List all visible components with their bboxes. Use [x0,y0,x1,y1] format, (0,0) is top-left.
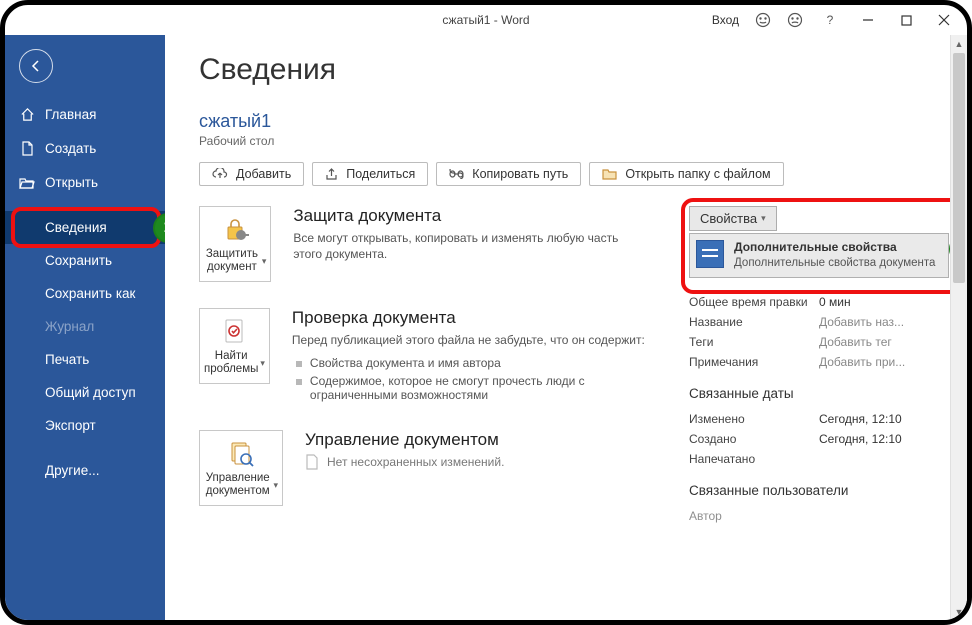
sidebar-item-save[interactable]: Сохранить [5,244,165,277]
prop-value-hint[interactable]: Добавить тег [819,335,892,349]
manage-title: Управление документом [305,430,504,450]
sidebar-item-label: Сохранить [45,253,112,268]
sidebar-item-new[interactable]: Создать [5,131,165,165]
sidebar-item-label: Другие... [45,463,99,478]
home-icon [19,106,35,122]
sidebar-item-info[interactable]: Сведения 1 [5,211,165,244]
protect-title: Защита документа [293,206,649,226]
prop-key: Автор [689,509,819,523]
advanced-props-sub: Дополнительные свойства документа [734,256,935,271]
inspect-bullet: Свойства документа и имя автора [292,354,649,372]
prop-key: Создано [689,432,819,446]
sidebar-item-label: Печать [45,352,89,367]
help-icon[interactable]: ? [811,6,849,34]
lock-icon [220,214,250,244]
prop-key: Примечания [689,355,819,369]
cloud-upload-icon [212,168,228,180]
sidebar-item-open[interactable]: Открыть [5,165,165,199]
prop-value: Сегодня, 12:10 [819,412,902,426]
sidebar-item-history: Журнал [5,310,165,343]
prop-key: Теги [689,335,819,349]
manage-desc: Нет несохраненных изменений. [327,455,504,469]
properties-dropdown[interactable]: Свойства▾ [689,206,777,231]
protect-section: Защитить документ▾ Защита документа Все … [199,206,649,282]
titlebar: сжатый1 - Word Вход ? [5,5,967,35]
signin-link[interactable]: Вход [712,13,739,27]
related-people-heading: Связанные пользователи [689,483,949,498]
share-button[interactable]: Поделиться [312,162,428,186]
sidebar-item-label: Открыть [45,175,98,190]
sidebar-item-label: Главная [45,107,96,122]
upload-button[interactable]: Добавить [199,162,304,186]
manage-document-button[interactable]: Управление документом▾ [199,430,283,506]
protect-document-button[interactable]: Защитить документ▾ [199,206,271,282]
window-title: сжатый1 - Word [442,13,529,27]
prop-value-hint[interactable]: Добавить наз... [819,315,904,329]
main-panel: Сведения сжатый1 Рабочий стол Добавить П… [165,35,967,620]
inspect-title: Проверка документа [292,308,649,328]
openfolder-button[interactable]: Открыть папку с файлом [589,162,783,186]
sidebar-item-label: Общий доступ [45,385,136,400]
face-happy-icon[interactable] [747,6,779,34]
maximize-button[interactable] [887,6,925,34]
prop-key: Напечатано [689,452,819,466]
inspect-section: Найти проблемы▾ Проверка документа Перед… [199,308,649,404]
face-sad-icon[interactable] [779,6,811,34]
scroll-down-icon[interactable]: ▼ [951,603,967,620]
page-title: Сведения [199,53,949,87]
action-bar: Добавить Поделиться Копировать путь Откр… [199,162,949,186]
prop-value-hint[interactable]: Добавить при... [819,355,905,369]
minimize-button[interactable] [849,6,887,34]
scroll-up-icon[interactable]: ▲ [951,35,967,52]
document-name: сжатый1 [199,111,949,132]
sidebar-item-print[interactable]: Печать [5,343,165,376]
sidebar-item-label: Журнал [45,319,94,334]
back-button[interactable] [19,49,53,83]
sidebar-item-label: Сохранить как [45,286,135,301]
file-icon [19,140,35,156]
manage-section: Управление документом▾ Управление докуме… [199,430,649,506]
share-icon [325,168,338,181]
prop-key: Изменено [689,412,819,426]
advanced-props-title: Дополнительные свойства [734,240,935,256]
sidebar-item-label: Сведения [45,220,107,235]
link-icon [449,169,464,179]
prop-key: Название [689,315,819,329]
sidebar-item-label: Создать [45,141,96,156]
inspect-icon [219,316,249,346]
inspect-desc: Перед публикацией этого файла не забудьт… [292,332,649,348]
sidebar-item-home[interactable]: Главная [5,97,165,131]
sidebar: Главная Создать Открыть Сведения 1 Сохра… [5,35,165,620]
properties-panel: 2 Свойства▾ Дополнительные свойства Допо… [689,206,949,526]
prop-key: Общее время правки [689,295,819,309]
copypath-button[interactable]: Копировать путь [436,162,581,186]
scroll-thumb[interactable] [953,53,965,283]
properties-menu-item[interactable]: Дополнительные свойства Дополнительные с… [689,233,949,278]
properties-dialog-icon [696,240,724,268]
folder-icon [602,168,617,180]
document-location: Рабочий стол [199,134,949,148]
inspect-document-button[interactable]: Найти проблемы▾ [199,308,270,384]
sidebar-item-share[interactable]: Общий доступ [5,376,165,409]
scrollbar[interactable]: ▲ ▼ [950,35,967,620]
sidebar-item-more[interactable]: Другие... [5,454,165,487]
sidebar-item-label: Экспорт [45,418,96,433]
related-dates-heading: Связанные даты [689,386,949,401]
sidebar-item-export[interactable]: Экспорт [5,409,165,442]
folder-open-icon [19,174,35,190]
prop-value: Сегодня, 12:10 [819,432,902,446]
inspect-bullet: Содержимое, которое не смогут прочесть л… [292,372,649,404]
sidebar-item-saveas[interactable]: Сохранить как [5,277,165,310]
close-button[interactable] [925,6,963,34]
protect-desc: Все могут открывать, копировать и изменя… [293,230,649,262]
document-dim-icon [305,454,319,470]
prop-value: 0 мин [819,295,851,309]
manage-icon [226,438,256,468]
